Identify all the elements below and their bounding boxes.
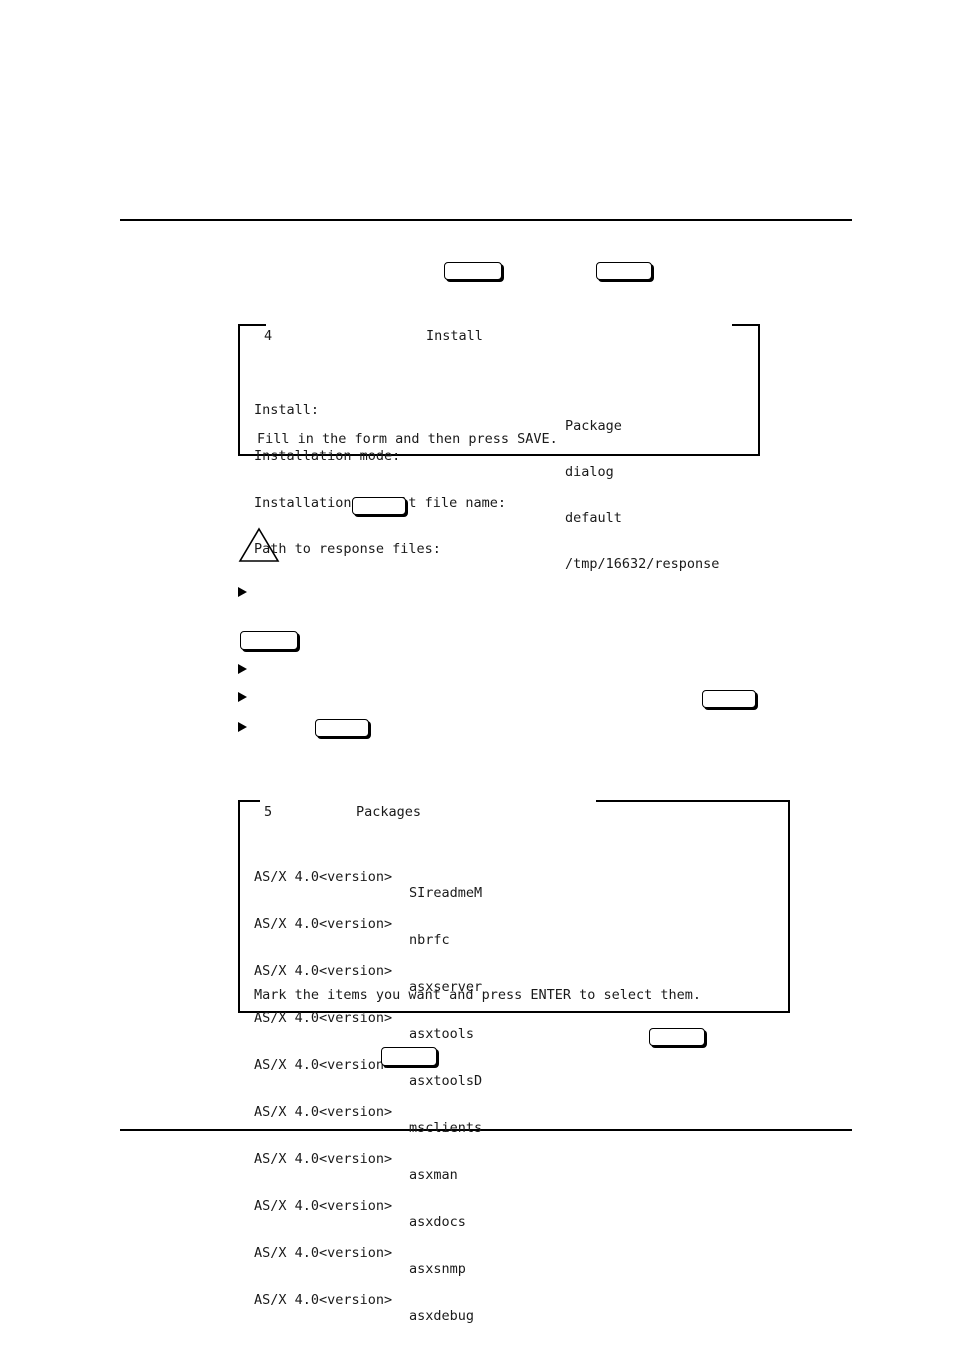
packages-list: AS/X 4.0<version> SIreadmeM AS/X 4.0<ver… [254, 824, 782, 1325]
package-list-item[interactable]: AS/X 4.0<version> nbrfc [254, 902, 782, 947]
package-name: asxman [409, 1166, 458, 1183]
install-form: Install: Package Installation mode: dial… [254, 357, 752, 573]
package-list-item[interactable]: AS/X 4.0<version> asxdocs [254, 1184, 782, 1229]
packages-screen-title: Packages [356, 804, 422, 820]
package-name: asxdebug [409, 1307, 475, 1324]
header-rule [120, 219, 852, 221]
package-version: AS/X 4.0<version> [254, 869, 393, 886]
install-form-row: Installation default file name: default [254, 480, 752, 526]
package-version: AS/X 4.0<version> [254, 963, 393, 980]
screen-border-top-left [238, 324, 266, 326]
package-version: AS/X 4.0<version> [254, 1198, 393, 1215]
key-button-8[interactable] [381, 1047, 437, 1066]
key-button-6[interactable] [315, 719, 369, 737]
install-screen-title: Install [426, 328, 483, 344]
package-list-item[interactable]: AS/X 4.0<version> asxdebug [254, 1278, 782, 1323]
package-version: AS/X 4.0<version> [254, 1057, 393, 1074]
install-form-row: Path to response files: /tmp/16632/respo… [254, 526, 752, 572]
screen-border-right [758, 324, 760, 456]
install-field-label: Installation mode: [254, 448, 401, 465]
package-version: AS/X 4.0<version> [254, 1245, 393, 1262]
package-name: SIreadmeM [409, 884, 483, 901]
install-field-value: /tmp/16632/response [565, 556, 720, 573]
package-name: asxtoolsD [409, 1072, 483, 1089]
screen-border-left [238, 324, 240, 456]
package-name: asxtools [409, 1025, 475, 1042]
key-button-5[interactable] [702, 690, 756, 708]
screen-border-left [238, 800, 240, 1013]
package-list-item[interactable]: AS/X 4.0<version> asxman [254, 1137, 782, 1182]
install-screen-number: 4 [264, 328, 273, 344]
package-version: AS/X 4.0<version> [254, 1010, 393, 1027]
screen-border-top-left [238, 800, 260, 802]
bullet-arrow-2 [238, 664, 247, 674]
screen-border-right [788, 800, 790, 1013]
bullet-arrow-3 [238, 692, 247, 702]
key-button-2[interactable] [596, 262, 652, 280]
package-version: AS/X 4.0<version> [254, 916, 393, 933]
package-list-item[interactable]: AS/X 4.0<version> asxserver [254, 949, 782, 994]
packages-screen-number: 5 [264, 804, 273, 820]
caution-triangle-icon [238, 527, 280, 568]
install-field-value: default [565, 510, 622, 527]
install-field-label: Path to response files: [254, 540, 441, 557]
package-list-item[interactable]: AS/X 4.0<version> SIreadmeM [254, 855, 782, 900]
package-list-item[interactable]: AS/X 4.0<version> msclients [254, 1090, 782, 1135]
packages-screen-capture: 5 Packages AS/X 4.0<version> SIreadmeM A… [238, 800, 790, 1324]
install-form-row: Install: Package [254, 388, 752, 433]
document-page: 4 Install Install: Package Installation … [0, 0, 954, 1351]
key-button-3[interactable] [352, 497, 406, 515]
package-version: AS/X 4.0<version> [254, 1151, 393, 1168]
bullet-arrow-1 [238, 587, 247, 597]
install-field-value: Package [565, 417, 622, 434]
package-version: AS/X 4.0<version> [254, 1104, 393, 1121]
packages-screen-prompt: Mark the items you want and press ENTER … [254, 987, 702, 1003]
install-screen-prompt: Fill in the form and then press SAVE. [257, 431, 558, 447]
install-field-value: dialog [565, 463, 614, 480]
package-name: asxdocs [409, 1213, 466, 1230]
package-name: nbrfc [409, 931, 450, 948]
screen-border-top-right [732, 324, 760, 326]
package-list-item[interactable]: AS/X 4.0<version> asxsnmp [254, 1231, 782, 1276]
package-name: msclients [409, 1119, 483, 1136]
package-name: asxsnmp [409, 1260, 466, 1277]
screen-border-top-right [596, 800, 790, 802]
bullet-arrow-4 [238, 722, 247, 732]
install-screen-capture: 4 Install Install: Package Installation … [238, 324, 760, 572]
package-version: AS/X 4.0<version> [254, 1292, 393, 1309]
key-button-4[interactable] [240, 631, 298, 650]
key-button-7[interactable] [649, 1028, 705, 1046]
install-field-label: Install: [254, 402, 320, 419]
key-button-1[interactable] [444, 262, 502, 280]
